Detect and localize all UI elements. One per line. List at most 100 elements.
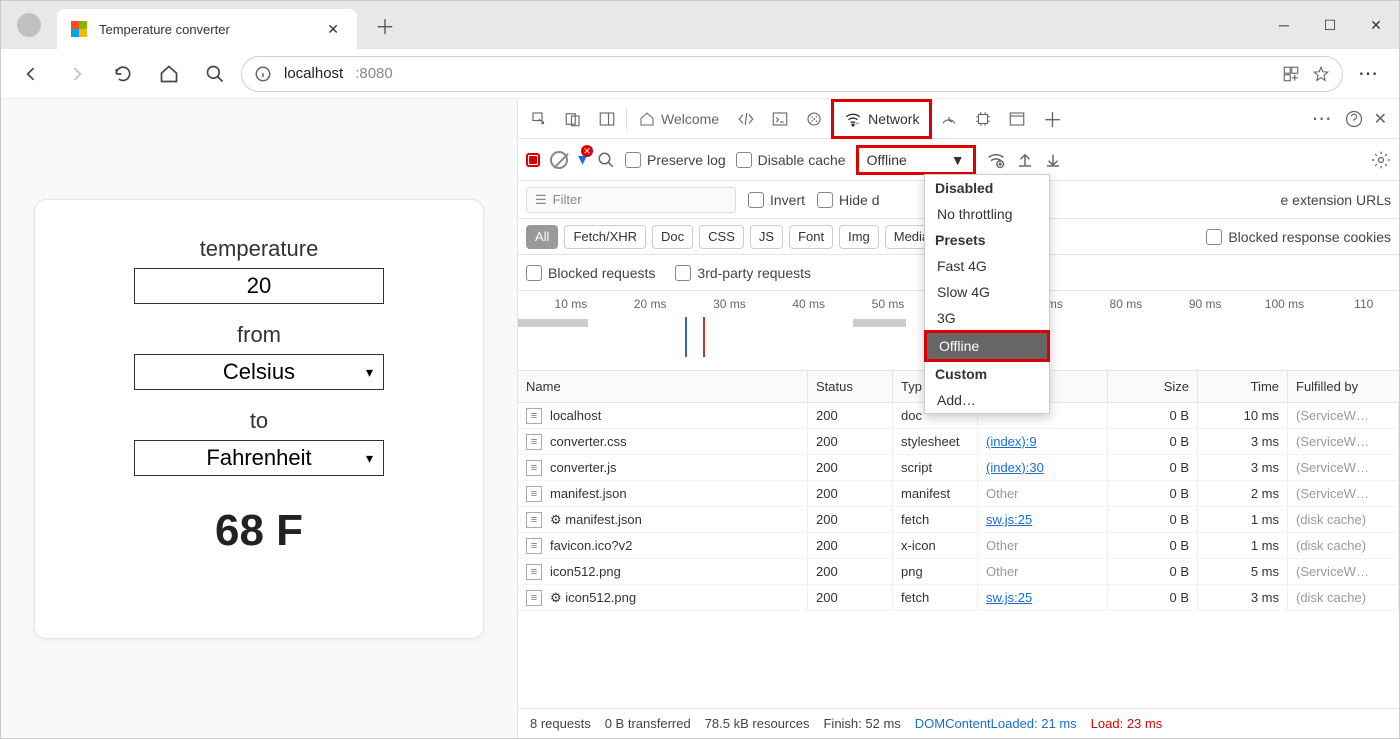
extension-urls-label: e extension URLs bbox=[1280, 192, 1391, 208]
col-status[interactable]: Status bbox=[808, 371, 893, 402]
clear-button[interactable] bbox=[550, 151, 568, 169]
device-icon[interactable] bbox=[556, 99, 590, 139]
type-pill-doc[interactable]: Doc bbox=[652, 225, 693, 249]
converter-card: temperature 20 from Celsius to Fahrenhei… bbox=[34, 199, 484, 639]
download-icon[interactable] bbox=[1044, 151, 1062, 169]
network-table-body[interactable]: ≡localhost200doc0 B10 ms(ServiceW…≡conve… bbox=[518, 403, 1399, 708]
dropdown-add[interactable]: Add… bbox=[925, 387, 1049, 413]
help-icon[interactable] bbox=[1344, 109, 1364, 129]
table-row[interactable]: ≡converter.css200stylesheet(index):90 B3… bbox=[518, 429, 1399, 455]
network-conditions-icon[interactable] bbox=[986, 150, 1006, 170]
table-row[interactable]: ≡converter.js200script(index):300 B3 ms(… bbox=[518, 455, 1399, 481]
profile-avatar[interactable] bbox=[17, 13, 41, 37]
favorite-icon[interactable] bbox=[1312, 65, 1330, 83]
timeline-tick: 20 ms bbox=[634, 297, 667, 311]
close-window-button[interactable]: ✕ bbox=[1353, 1, 1399, 49]
content-area: temperature 20 from Celsius to Fahrenhei… bbox=[1, 99, 1399, 738]
upload-icon[interactable] bbox=[1016, 151, 1034, 169]
tab-welcome[interactable]: Welcome bbox=[629, 99, 729, 139]
tab-memory[interactable] bbox=[966, 99, 1000, 139]
dropdown-3g[interactable]: 3G bbox=[925, 305, 1049, 331]
tab-sources[interactable] bbox=[797, 99, 831, 139]
invert-checkbox[interactable]: Invert bbox=[748, 192, 805, 208]
hide-data-checkbox[interactable]: Hide d bbox=[817, 192, 879, 208]
wifi-icon bbox=[844, 110, 862, 128]
timeline-tick: 50 ms bbox=[872, 297, 905, 311]
menu-button[interactable]: ⋯ bbox=[1349, 54, 1389, 94]
minimize-button[interactable]: ─ bbox=[1261, 1, 1307, 49]
timeline-tick: 30 ms bbox=[713, 297, 746, 311]
throttling-dropdown: Disabled No throttling Presets Fast 4G S… bbox=[924, 174, 1050, 414]
devtools-close-button[interactable]: ✕ bbox=[1374, 109, 1387, 129]
forward-button[interactable] bbox=[57, 54, 97, 94]
record-button[interactable] bbox=[526, 153, 540, 167]
status-transferred: 0 B transferred bbox=[605, 716, 691, 731]
from-select[interactable]: Celsius bbox=[134, 354, 384, 390]
timeline-tick: 40 ms bbox=[792, 297, 825, 311]
disable-cache-checkbox[interactable]: Disable cache bbox=[736, 152, 846, 168]
filter-input[interactable]: ☰ Filter bbox=[526, 187, 736, 213]
settings-icon[interactable] bbox=[1371, 150, 1391, 170]
table-row[interactable]: ≡icon512.png200pngOther0 B5 ms(ServiceW… bbox=[518, 559, 1399, 585]
temperature-label: temperature bbox=[200, 236, 319, 262]
tab-performance[interactable] bbox=[932, 99, 966, 139]
tab-title: Temperature converter bbox=[99, 22, 311, 37]
temperature-input[interactable]: 20 bbox=[134, 268, 384, 304]
inspect-icon[interactable] bbox=[522, 99, 556, 139]
type-pill-js[interactable]: JS bbox=[750, 225, 783, 249]
col-time[interactable]: Time bbox=[1198, 371, 1288, 402]
to-label: to bbox=[250, 408, 268, 434]
result-output: 68 F bbox=[215, 506, 303, 556]
type-pill-fetchxhr[interactable]: Fetch/XHR bbox=[564, 225, 646, 249]
url-host: localhost bbox=[284, 65, 343, 82]
table-row[interactable]: ≡⚙ icon512.png200fetchsw.js:250 B3 ms(di… bbox=[518, 585, 1399, 611]
maximize-button[interactable]: ☐ bbox=[1307, 1, 1353, 49]
table-row[interactable]: ≡manifest.json200manifestOther0 B2 ms(Se… bbox=[518, 481, 1399, 507]
back-button[interactable] bbox=[11, 54, 51, 94]
rendered-page: temperature 20 from Celsius to Fahrenhei… bbox=[1, 99, 517, 738]
dock-icon[interactable] bbox=[590, 99, 624, 139]
type-pill-img[interactable]: Img bbox=[839, 225, 879, 249]
col-size[interactable]: Size bbox=[1108, 371, 1198, 402]
filter-toggle-button[interactable]: ▾✕ bbox=[578, 149, 587, 170]
home-button[interactable] bbox=[149, 54, 189, 94]
col-fulfilled[interactable]: Fulfilled by bbox=[1288, 371, 1399, 402]
dropdown-no-throttling[interactable]: No throttling bbox=[925, 201, 1049, 227]
tab-application[interactable] bbox=[1000, 99, 1034, 139]
dropdown-header-presets: Presets bbox=[925, 227, 1049, 253]
blocked-requests-checkbox[interactable]: Blocked requests bbox=[526, 265, 655, 281]
type-pill-css[interactable]: CSS bbox=[699, 225, 744, 249]
tab-network[interactable]: Network bbox=[831, 99, 932, 139]
close-tab-button[interactable]: ✕ bbox=[323, 19, 343, 40]
tab-console[interactable] bbox=[763, 99, 797, 139]
tab-elements[interactable] bbox=[729, 99, 763, 139]
search-icon[interactable] bbox=[597, 151, 615, 169]
extensions-icon[interactable] bbox=[1282, 65, 1300, 83]
blocked-cookies-checkbox[interactable]: Blocked response cookies bbox=[1206, 229, 1391, 245]
address-input[interactable]: localhost:8080 bbox=[241, 56, 1343, 92]
col-name[interactable]: Name bbox=[518, 371, 808, 402]
new-tab-button[interactable]: ＋ bbox=[375, 11, 395, 40]
timeline-tick: 90 ms bbox=[1189, 297, 1222, 311]
table-row[interactable]: ≡favicon.ico?v2200x-iconOther0 B1 ms(dis… bbox=[518, 533, 1399, 559]
table-row[interactable]: ≡⚙ manifest.json200fetchsw.js:250 B1 ms(… bbox=[518, 507, 1399, 533]
dropdown-slow-4g[interactable]: Slow 4G bbox=[925, 279, 1049, 305]
third-party-checkbox[interactable]: 3rd-party requests bbox=[675, 265, 811, 281]
dropdown-offline[interactable]: Offline bbox=[924, 330, 1050, 362]
browser-tab[interactable]: Temperature converter ✕ bbox=[57, 9, 357, 49]
tabs-more[interactable]: ＋ bbox=[1034, 99, 1070, 139]
address-bar: localhost:8080 ⋯ bbox=[1, 49, 1399, 99]
search-button[interactable] bbox=[195, 54, 235, 94]
type-pill-font[interactable]: Font bbox=[789, 225, 833, 249]
timeline-tick: 80 ms bbox=[1110, 297, 1143, 311]
to-select[interactable]: Fahrenheit bbox=[134, 440, 384, 476]
browser-window: Temperature converter ✕ ＋ ─ ☐ ✕ localhos… bbox=[0, 0, 1400, 739]
refresh-button[interactable] bbox=[103, 54, 143, 94]
throttling-select[interactable]: Offline▼ bbox=[856, 145, 976, 175]
type-pill-all[interactable]: All bbox=[526, 225, 558, 249]
dropdown-fast-4g[interactable]: Fast 4G bbox=[925, 253, 1049, 279]
preserve-log-checkbox[interactable]: Preserve log bbox=[625, 152, 726, 168]
devtools-more-icon[interactable]: ⋯ bbox=[1312, 106, 1334, 131]
network-status-bar: 8 requests 0 B transferred 78.5 kB resou… bbox=[518, 708, 1399, 738]
filter-icon: ☰ bbox=[535, 192, 547, 208]
